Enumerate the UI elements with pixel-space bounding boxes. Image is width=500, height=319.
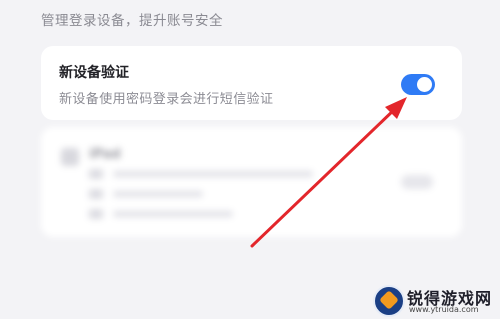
watermark: 锐得游戏网 www.ytruida.com (373, 283, 497, 317)
watermark-logo-icon (373, 285, 405, 317)
watermark-url: www.ytruida.com (409, 305, 479, 314)
red-arrow-annotation (250, 97, 407, 248)
